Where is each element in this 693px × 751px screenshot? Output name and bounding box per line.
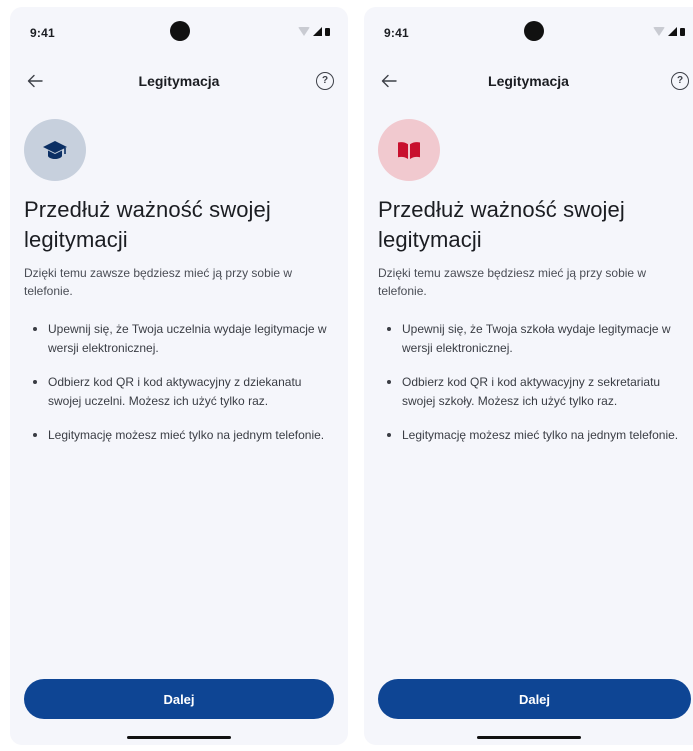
document-type-badge: [378, 119, 440, 181]
help-icon[interactable]: ?: [316, 72, 334, 90]
page-title: Przedłuż ważność swojej legitymacji: [24, 197, 271, 252]
wifi-icon: [298, 27, 310, 36]
graduation-cap-icon: [43, 141, 67, 159]
list-item: Legitymację możesz mieć tylko na jednym …: [24, 426, 334, 445]
app-bar: Legitymacja ?: [364, 63, 693, 99]
document-type-badge: [24, 119, 86, 181]
next-button[interactable]: Dalej: [24, 679, 334, 719]
page-description: Dzięki temu zawsze będziesz mieć ją przy…: [378, 266, 647, 298]
list-item: Upewnij się, że Twoja uczelnia wydaje le…: [24, 320, 334, 358]
status-icons: [653, 27, 685, 36]
signal-icon: [668, 27, 677, 36]
status-time: 9:41: [30, 26, 55, 40]
next-button[interactable]: Dalej: [378, 679, 691, 719]
status-time: 9:41: [384, 26, 409, 40]
app-bar: Legitymacja ?: [10, 63, 348, 99]
page-title: Przedłuż ważność swojej legitymacji: [378, 197, 625, 252]
signal-icon: [313, 27, 322, 36]
status-bar: 9:41: [364, 7, 693, 47]
list-item: Odbierz kod QR i kod aktywacyjny z dziek…: [24, 373, 334, 411]
content: Przedłuż ważność swojej legitymacji Dzię…: [24, 195, 334, 460]
page-description: Dzięki temu zawsze będziesz mieć ją przy…: [24, 266, 293, 298]
list-item: Upewnij się, że Twoja szkoła wydaje legi…: [378, 320, 687, 358]
list-item: Odbierz kod QR i kod aktywacyjny z sekre…: [378, 373, 687, 411]
camera-cutout: [524, 21, 544, 41]
home-indicator[interactable]: [476, 736, 581, 739]
battery-icon: [325, 28, 330, 36]
phone-screen-school: 9:41 Legitymacja ? Przedłuż ważność swoj…: [364, 7, 693, 745]
open-book-icon: [398, 142, 420, 159]
help-icon[interactable]: ?: [671, 72, 689, 90]
content: Przedłuż ważność swojej legitymacji Dzię…: [378, 195, 687, 460]
app-bar-title: Legitymacja: [138, 73, 220, 89]
battery-icon: [680, 28, 685, 36]
home-indicator[interactable]: [127, 736, 231, 739]
wifi-icon: [653, 27, 665, 36]
status-icons: [298, 27, 330, 36]
screens-comparison: 9:41 Legitymacja ? Przedłuż ważność swoj…: [0, 0, 693, 751]
status-bar: 9:41: [10, 7, 348, 47]
app-bar-title: Legitymacja: [488, 73, 569, 89]
list-item: Legitymację możesz mieć tylko na jednym …: [378, 426, 687, 445]
camera-cutout: [170, 21, 190, 41]
requirements-list: Upewnij się, że Twoja uczelnia wydaje le…: [24, 320, 334, 445]
phone-screen-university: 9:41 Legitymacja ? Przedłuż ważność swoj…: [10, 7, 348, 745]
requirements-list: Upewnij się, że Twoja szkoła wydaje legi…: [378, 320, 687, 445]
